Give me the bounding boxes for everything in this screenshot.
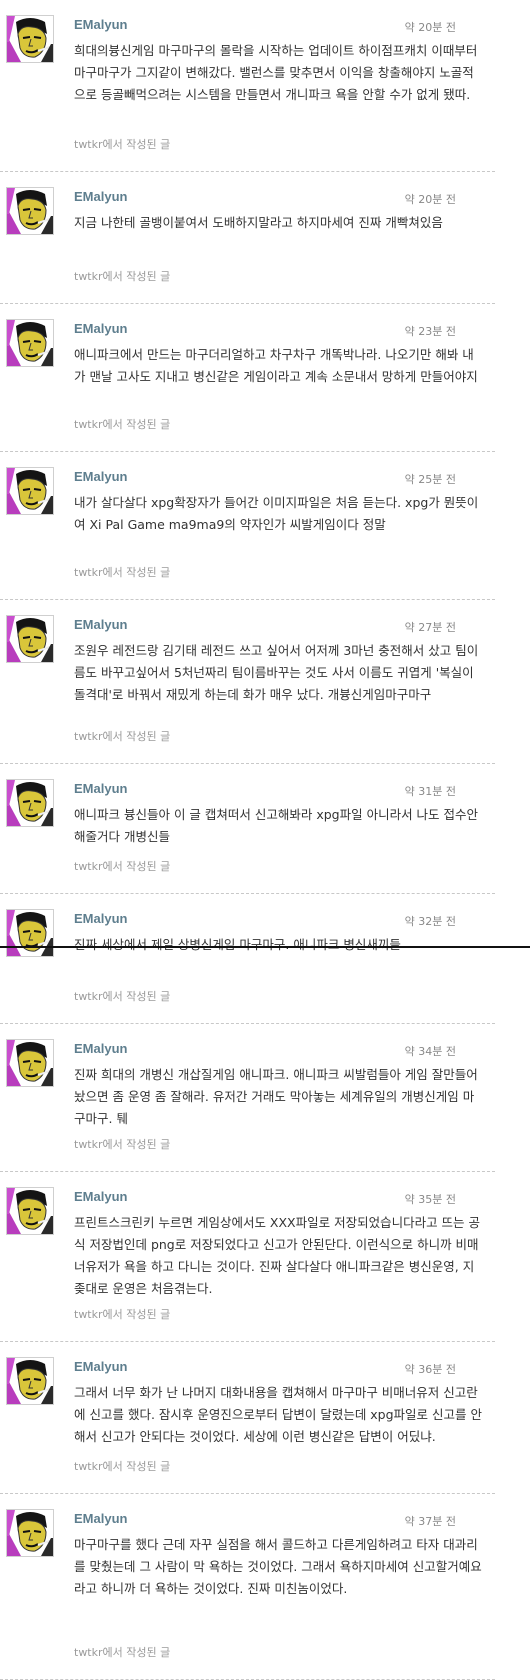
user-avatar[interactable] [6, 1357, 54, 1405]
tweet-item: EMalyun 약 32분 전 진짜 세상에서 제일 상병신게임 마구마구. 애… [0, 894, 495, 1024]
caricature-face-icon [7, 780, 53, 826]
tweet-text: 프린트스크린키 누르면 게임상에서도 XXX파일로 저장되었습니다라고 뜨는 공… [74, 1215, 481, 1296]
tweet-source: twtkr에서 작성된 글 [74, 990, 171, 1003]
caricature-face-icon [7, 1188, 53, 1234]
user-name-link[interactable]: EMalyun [74, 1189, 127, 1204]
user-name-link[interactable]: EMalyun [74, 469, 127, 484]
tweet-source: twtkr에서 작성된 글 [74, 138, 171, 151]
caricature-face-icon [7, 468, 53, 514]
tweet-item: EMalyun 약 25분 전 내가 살다살다 xpg확장자가 들어간 이미지파… [0, 452, 495, 600]
tweet-source: twtkr에서 작성된 글 [74, 730, 171, 743]
user-avatar[interactable] [6, 15, 54, 63]
caricature-face-icon [7, 1040, 53, 1086]
tweet-item: EMalyun 약 27분 전 조원우 레전드랑 김기태 레전드 쓰고 싶어서 … [0, 600, 495, 764]
tweet-text: 지금 나한테 골뱅이붙여서 도배하지말라고 하지마세여 진짜 개빡쳐있음 [74, 215, 443, 230]
tweet-item: EMalyun 약 35분 전 프린트스크린키 누르면 게임상에서도 XXX파일… [0, 1172, 495, 1342]
tweet-source: twtkr에서 작성된 글 [74, 566, 171, 579]
user-name-link[interactable]: EMalyun [74, 911, 127, 926]
caricature-face-icon [7, 910, 53, 956]
tweet-text: 그래서 너무 화가 난 나머지 대화내용을 캡쳐해서 마구마구 비매너유저 신고… [74, 1385, 483, 1444]
user-name-link[interactable]: EMalyun [74, 189, 127, 204]
caricature-face-icon [7, 616, 53, 662]
user-avatar[interactable] [6, 779, 54, 827]
caricature-face-icon [7, 1510, 53, 1556]
user-avatar[interactable] [6, 187, 54, 235]
user-avatar[interactable] [6, 467, 54, 515]
tweet-item: EMalyun 약 20분 전 지금 나한테 골뱅이붙여서 도배하지말라고 하지… [0, 172, 495, 304]
tweet-source: twtkr에서 작성된 글 [74, 418, 171, 431]
tweet-source: twtkr에서 작성된 글 [74, 1138, 171, 1151]
tweet-timestamp[interactable]: 약 20분 전 [405, 19, 456, 35]
tweet-timestamp[interactable]: 약 25분 전 [405, 471, 456, 487]
user-name-link[interactable]: EMalyun [74, 1041, 127, 1056]
tweet-timestamp[interactable]: 약 36분 전 [405, 1361, 456, 1377]
user-avatar[interactable] [6, 909, 54, 957]
user-avatar[interactable] [6, 319, 54, 367]
tweet-text: 진짜 세상에서 제일 상병신게임 마구마구. 애니파크 병신새끼들 [74, 937, 401, 952]
tweet-item: EMalyun 약 34분 전 진짜 희대의 개병신 개삽질게임 애니파크. 애… [0, 1024, 495, 1172]
tweet-timestamp[interactable]: 약 35분 전 [405, 1191, 456, 1207]
tweet-item: EMalyun 약 20분 전 희대의븅신게임 마구마구의 몰락을 시작하는 업… [0, 0, 495, 172]
caricature-face-icon [7, 16, 53, 62]
tweet-text: 마구마구를 했다 근데 자꾸 실점을 해서 콜드하고 다른게임하려고 타자 대과… [74, 1537, 482, 1596]
caricature-face-icon [7, 320, 53, 366]
timeline-feed: EMalyun 약 20분 전 희대의븅신게임 마구마구의 몰락을 시작하는 업… [0, 0, 495, 1680]
user-name-link[interactable]: EMalyun [74, 1359, 127, 1374]
horizontal-rule-overlay [0, 946, 530, 948]
user-avatar[interactable] [6, 1039, 54, 1087]
tweet-text: 내가 살다살다 xpg확장자가 들어간 이미지파일은 처음 듣는다. xpg가 … [74, 495, 479, 532]
user-avatar[interactable] [6, 615, 54, 663]
tweet-timestamp[interactable]: 약 34분 전 [405, 1043, 456, 1059]
tweet-timestamp[interactable]: 약 23분 전 [405, 323, 456, 339]
tweet-source: twtkr에서 작성된 글 [74, 1646, 171, 1659]
tweet-timestamp[interactable]: 약 31분 전 [405, 783, 456, 799]
tweet-text: 조원우 레전드랑 김기태 레전드 쓰고 싶어서 어저께 3마넌 충전해서 샀고 … [74, 643, 479, 702]
tweet-source: twtkr에서 작성된 글 [74, 1308, 171, 1321]
tweet-item: EMalyun 약 23분 전 애니파크에서 만드는 마구더리얼하고 차구차구 … [0, 304, 495, 452]
user-avatar[interactable] [6, 1187, 54, 1235]
tweet-text: 희대의븅신게임 마구마구의 몰락을 시작하는 업데이트 하이점프캐치 이때부터 … [74, 43, 478, 102]
user-name-link[interactable]: EMalyun [74, 17, 127, 32]
tweet-source: twtkr에서 작성된 글 [74, 860, 171, 873]
user-name-link[interactable]: EMalyun [74, 781, 127, 796]
tweet-timestamp[interactable]: 약 32분 전 [405, 913, 456, 929]
tweet-text: 진짜 희대의 개병신 개삽질게임 애니파크. 애니파크 씨발럼들아 게임 잘만들… [74, 1067, 478, 1126]
tweet-item: EMalyun 약 36분 전 그래서 너무 화가 난 나머지 대화내용을 캡쳐… [0, 1342, 495, 1494]
tweet-item: EMalyun 약 37분 전 마구마구를 했다 근데 자꾸 실점을 해서 콜드… [0, 1494, 495, 1680]
user-avatar[interactable] [6, 1509, 54, 1557]
tweet-source: twtkr에서 작성된 글 [74, 270, 171, 283]
tweet-timestamp[interactable]: 약 37분 전 [405, 1513, 456, 1529]
user-name-link[interactable]: EMalyun [74, 321, 127, 336]
tweet-text: 애니파크 븅신들아 이 글 캡쳐떠서 신고해봐라 xpg파일 아니라서 나도 접… [74, 807, 479, 844]
tweet-timestamp[interactable]: 약 20분 전 [405, 191, 456, 207]
user-name-link[interactable]: EMalyun [74, 1511, 127, 1526]
user-name-link[interactable]: EMalyun [74, 617, 127, 632]
tweet-item: EMalyun 약 31분 전 애니파크 븅신들아 이 글 캡쳐떠서 신고해봐라… [0, 764, 495, 894]
tweet-text: 애니파크에서 만드는 마구더리얼하고 차구차구 개똑박나라. 나오기만 해봐 내… [74, 347, 478, 384]
tweet-timestamp[interactable]: 약 27분 전 [405, 619, 456, 635]
tweet-source: twtkr에서 작성된 글 [74, 1460, 171, 1473]
caricature-face-icon [7, 188, 53, 234]
caricature-face-icon [7, 1358, 53, 1404]
